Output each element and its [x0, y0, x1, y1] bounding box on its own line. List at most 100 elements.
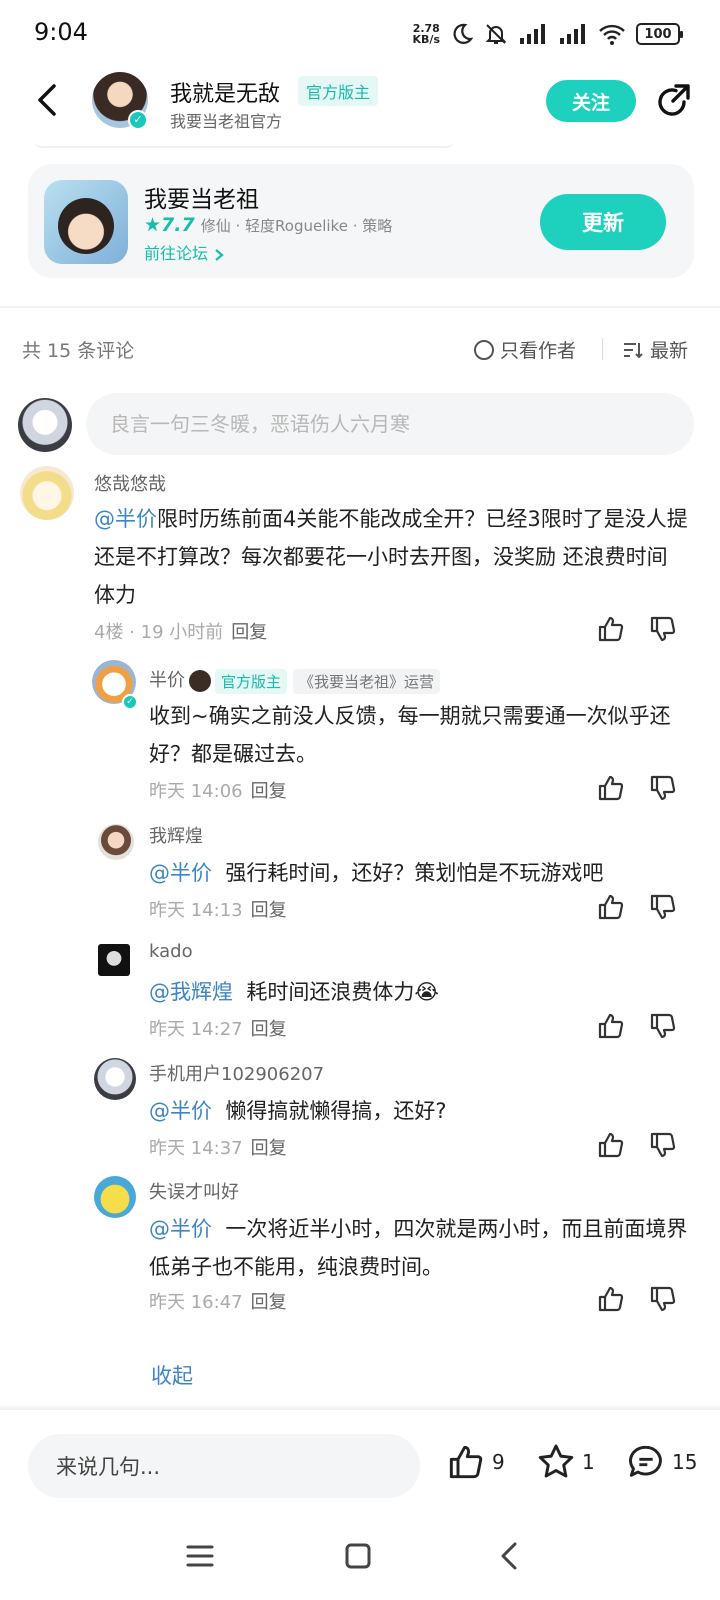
like-button[interactable]: 9 [446, 1440, 505, 1484]
home-icon[interactable] [338, 1536, 378, 1576]
thumbs-down-icon[interactable] [648, 1130, 678, 1160]
back-nav-icon[interactable] [490, 1536, 530, 1576]
commenter-name[interactable]: 悠哉悠哉 [94, 470, 166, 496]
battery-icon: 100 [636, 23, 683, 45]
reply-avatar[interactable] [98, 944, 130, 976]
chevron-right-icon [215, 248, 224, 261]
reply-avatar[interactable] [94, 1058, 136, 1100]
comment-body: 限时历练前面4关能不能改成全开？已经3限时了是没人提还是不打算改？每次都要花一小… [94, 507, 688, 607]
mention-link[interactable]: @半价 [149, 861, 212, 885]
collapse-replies-button[interactable]: 收起 [151, 1360, 193, 1390]
header-separator [602, 338, 603, 360]
reply-button[interactable]: 回复 [251, 1292, 287, 1313]
game-icon[interactable] [44, 180, 128, 264]
author-subtitle: 我要当老祖官方 [170, 112, 283, 131]
mention-link[interactable]: @半价 [149, 1217, 212, 1241]
battery-level: 100 [644, 26, 672, 42]
thumbs-down-icon[interactable] [648, 1011, 678, 1041]
reply-meta: 昨天 14:27 回复 [149, 1015, 287, 1041]
reply-user-name[interactable]: 手机用户102906207 [149, 1060, 324, 1086]
forum-link[interactable]: 前往论坛 [144, 240, 225, 264]
update-button[interactable]: 更新 [540, 194, 666, 250]
mention-link[interactable]: @半价 [94, 507, 157, 531]
reply-button[interactable]: 回复 [251, 781, 287, 802]
reply-user-name[interactable]: kado [149, 941, 193, 962]
reply-user-name[interactable]: 半价 [149, 670, 185, 691]
my-avatar [18, 398, 72, 452]
thumbs-down-icon[interactable] [648, 1284, 678, 1314]
mention-link[interactable]: @我辉煌 [149, 980, 233, 1004]
reply-user-name[interactable]: 我辉煌 [149, 822, 203, 848]
reply-user-name[interactable]: 失误才叫好 [149, 1178, 239, 1204]
reply-button[interactable]: 回复 [251, 900, 287, 921]
thumbs-up-icon[interactable] [596, 614, 626, 644]
official-moderator-badge: 官方版主 [298, 76, 379, 106]
back-icon[interactable] [28, 80, 68, 120]
section-divider [0, 306, 720, 308]
reply-button[interactable]: 回复 [231, 622, 267, 643]
reply-meta: 昨天 14:13 回复 [149, 896, 287, 922]
reply-text: @半价 懒得搞就懒得搞，还好? [149, 1092, 694, 1130]
follow-button[interactable]: 关注 [546, 80, 636, 122]
like-count: 9 [492, 1450, 505, 1474]
reply-button[interactable]: 回复 [251, 1019, 287, 1040]
thumbs-up-icon[interactable] [596, 892, 626, 922]
status-time: 9:04 [34, 18, 88, 46]
mute-bell-icon [485, 24, 507, 44]
comment-time: 4楼 · 19 小时前 [94, 622, 224, 643]
moon-icon [453, 23, 474, 44]
game-rating: ★7.7 [144, 214, 195, 236]
only-author-label: 只看作者 [500, 340, 577, 362]
comment-text: @半价限时历练前面4关能不能改成全开？已经3限时了是没人提还是不打算改？每次都要… [94, 500, 694, 614]
role-badge: 《我要当老祖》运营 [293, 668, 441, 694]
quick-comment-input[interactable]: 来说几句... [28, 1434, 420, 1498]
star-icon [538, 1444, 574, 1478]
system-nav-bar [0, 1510, 720, 1600]
favorite-button[interactable]: 1 [536, 1440, 595, 1484]
sort-icon [624, 342, 643, 358]
reply-time: 昨天 16:47 [149, 1292, 243, 1313]
game-meta: ★7.7 修仙 · 轻度Roguelike · 策略 [144, 214, 392, 236]
network-speed: 2.78 KB/s [413, 23, 440, 45]
comments-count: 共 15 条评论 [22, 340, 135, 362]
thumbs-down-icon[interactable] [648, 614, 678, 644]
mention-link[interactable]: @半价 [149, 1099, 212, 1123]
thumbs-up-icon[interactable] [596, 1284, 626, 1314]
reply-text: 收到~确实之前没人反馈，每一期就只需要通一次似乎还好？都是碾过去。 [149, 704, 671, 766]
sort-button[interactable]: 最新 [622, 336, 688, 363]
thumbs-up-icon[interactable] [596, 773, 626, 803]
menu-icon[interactable] [180, 1536, 220, 1576]
network-speed-unit: KB/s [412, 33, 440, 46]
commenter-avatar[interactable] [20, 466, 74, 520]
comment-button[interactable]: 15 [626, 1440, 697, 1484]
thumbs-down-icon[interactable] [648, 773, 678, 803]
reply-avatar[interactable] [98, 824, 134, 860]
reply-avatar[interactable] [94, 1176, 136, 1218]
author-name[interactable]: 我就是无敌 [170, 76, 280, 108]
thumbs-up-icon[interactable] [596, 1130, 626, 1160]
reply-meta: 昨天 14:37 回复 [149, 1134, 287, 1160]
reply-meta: 昨天 16:47 回复 [149, 1288, 287, 1314]
reply-body: 一次将近半小时，四次就是两小时，而且前面境界低弟子也不能用，纯浪费时间。 [149, 1217, 688, 1279]
game-card[interactable]: 我要当老祖 ★7.7 修仙 · 轻度Roguelike · 策略 前往论坛 更新 [28, 164, 694, 278]
game-title[interactable]: 我要当老祖 [144, 180, 259, 214]
share-icon[interactable] [654, 82, 694, 122]
signal-icon-2 [560, 24, 585, 44]
only-author-toggle[interactable]: 只看作者 [474, 336, 576, 363]
comment-count: 15 [672, 1450, 698, 1474]
sort-label: 最新 [650, 340, 689, 362]
reply-time: 昨天 14:06 [149, 781, 243, 802]
reply-button[interactable]: 回复 [251, 1138, 287, 1159]
reply-text: @半价 强行耗时间，还好？策划怕是不玩游戏吧 [149, 854, 694, 892]
reply-meta: 昨天 14:06 回复 [149, 777, 287, 803]
forum-link-label: 前往论坛 [144, 244, 209, 263]
game-tags: 修仙 · 轻度Roguelike · 策略 [200, 216, 393, 235]
bottom-action-bar: 来说几句... 9 1 15 [0, 1410, 720, 1510]
thumbs-down-icon[interactable] [648, 892, 678, 922]
star-icon: ★ [144, 214, 162, 236]
status-bar: 9:04 2.78 KB/s 100 [0, 0, 720, 64]
game-rating-value: 7.7 [161, 214, 195, 236]
reply-time: 昨天 14:13 [149, 900, 243, 921]
comment-input[interactable] [86, 393, 694, 455]
thumbs-up-icon[interactable] [596, 1011, 626, 1041]
